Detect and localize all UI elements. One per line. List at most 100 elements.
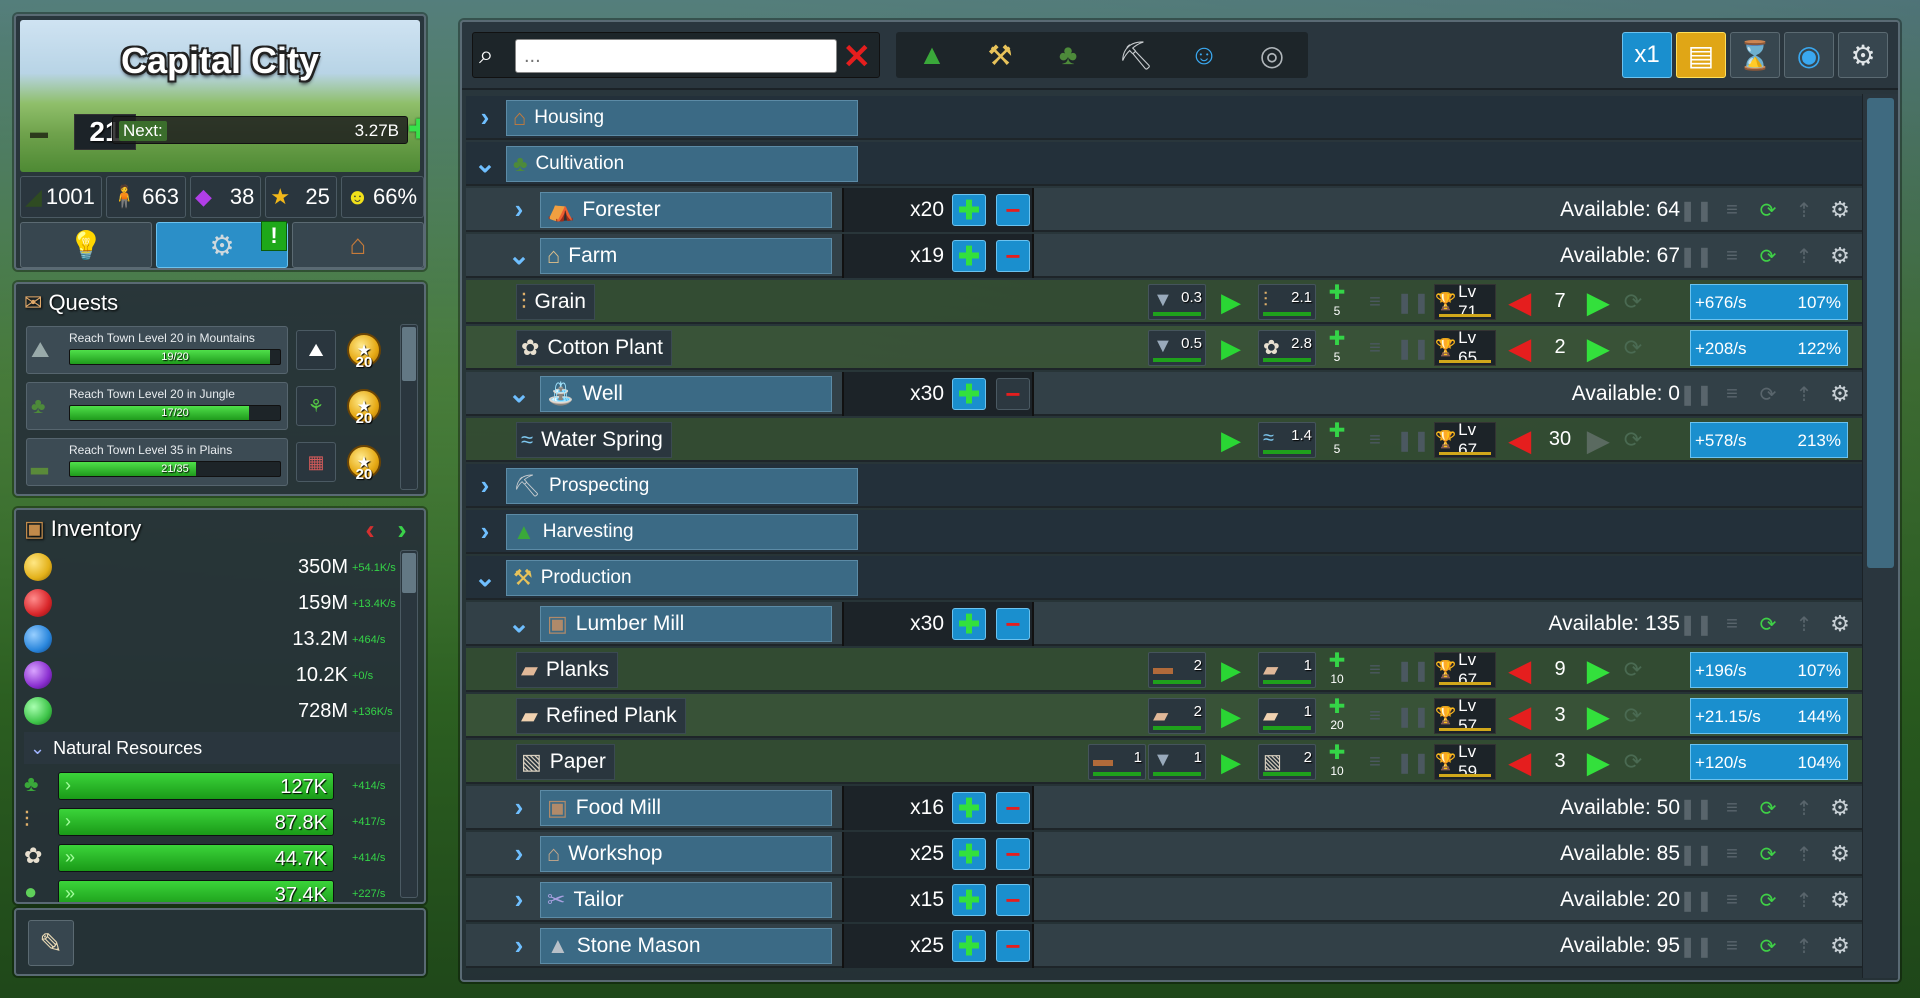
layers-icon[interactable]: ≡ bbox=[1716, 376, 1748, 412]
gears-add-icon[interactable]: ⚙ bbox=[1824, 928, 1856, 964]
filter-misc-button[interactable]: ◎ bbox=[1240, 32, 1304, 78]
increase-workers-button[interactable]: ▶ bbox=[1580, 330, 1616, 366]
category-row-prospecting[interactable]: › ⛏ Prospecting bbox=[466, 464, 1862, 508]
chevron-down-icon[interactable]: ⌄ bbox=[470, 562, 500, 592]
category-row-harvesting[interactable]: › ▲ Harvesting bbox=[466, 510, 1862, 554]
tab-production[interactable]: ⚙ ! bbox=[156, 221, 288, 268]
filter-harvesting-button[interactable]: ♣ bbox=[1036, 32, 1100, 78]
increase-workers-button[interactable]: ▶ bbox=[1580, 652, 1616, 688]
gears-add-icon[interactable]: ⚙ bbox=[1824, 790, 1856, 826]
play-icon[interactable]: ▶ bbox=[1208, 652, 1254, 688]
category-row-cultivation[interactable]: ⌄ ♣ Cultivation bbox=[466, 142, 1862, 186]
quests-scrollbar[interactable] bbox=[400, 324, 418, 490]
layers-icon[interactable]: ≡ bbox=[1716, 192, 1748, 228]
world-button[interactable]: ◉ bbox=[1784, 32, 1834, 78]
refresh-icon[interactable]: ⟳ bbox=[1752, 836, 1784, 872]
scrollbar-thumb[interactable] bbox=[402, 553, 416, 593]
quest-item[interactable]: ▂ Reach Town Level 35 in Plains 21/35 ▦ … bbox=[26, 438, 388, 486]
tab-ideas[interactable]: 💡 bbox=[20, 222, 152, 268]
upgrade-arrow-icon[interactable]: ⇡ bbox=[1788, 192, 1820, 228]
gears-add-icon[interactable]: ⚙ bbox=[1824, 606, 1856, 642]
cycle-icon[interactable]: ⟳ bbox=[1618, 744, 1648, 780]
scrollbar-thumb[interactable] bbox=[1867, 98, 1894, 568]
settings-button[interactable]: ⚙ bbox=[1838, 32, 1888, 78]
decrease-workers-button[interactable]: ◀ bbox=[1502, 652, 1538, 688]
tab-town[interactable]: ⌂ bbox=[292, 222, 424, 268]
building-row-workshop[interactable]: › ⌂ Workshop x25 ✚ − Available: 85 ❚❚ ≡ … bbox=[466, 832, 1862, 876]
refresh-icon[interactable]: ⟳ bbox=[1752, 192, 1784, 228]
speed-button[interactable]: x1 bbox=[1622, 32, 1672, 78]
gears-add-icon[interactable]: ⚙ bbox=[1824, 238, 1856, 274]
refresh-icon[interactable]: ⟳ bbox=[1752, 238, 1784, 274]
pause-icon[interactable]: ❚❚ bbox=[1396, 744, 1430, 780]
layers-icon[interactable]: ≡ bbox=[1358, 284, 1392, 320]
upgrade-arrow-icon[interactable]: ⇡ bbox=[1788, 882, 1820, 918]
remove-building-button[interactable]: − bbox=[996, 884, 1030, 916]
add-building-button[interactable]: ✚ bbox=[952, 884, 986, 916]
refresh-icon[interactable]: ⟳ bbox=[1752, 928, 1784, 964]
pause-icon[interactable]: ❚❚ bbox=[1679, 836, 1713, 872]
chevron-right-icon[interactable]: › bbox=[388, 514, 416, 545]
refresh-icon[interactable]: ⟳ bbox=[1752, 790, 1784, 826]
refresh-icon[interactable]: ⟳ bbox=[1752, 376, 1784, 412]
increase-workers-button[interactable]: ▶ bbox=[1580, 744, 1616, 780]
chevron-right-icon[interactable]: › bbox=[504, 930, 534, 960]
remove-building-button[interactable]: − bbox=[996, 930, 1030, 962]
filter-prospecting-button[interactable]: ⛏ bbox=[1104, 32, 1168, 78]
filter-cultivation-button[interactable]: ▲ bbox=[900, 32, 964, 78]
pause-icon[interactable]: ❚❚ bbox=[1679, 928, 1713, 964]
decrease-workers-button[interactable]: ◀ bbox=[1502, 698, 1538, 734]
scrollbar-thumb[interactable] bbox=[402, 327, 416, 381]
pause-icon[interactable]: ❚❚ bbox=[1396, 698, 1430, 734]
building-row-forester[interactable]: › ⛺ Forester x20 ✚ − Available: 64 ❚❚ ≡ … bbox=[466, 188, 1862, 232]
chevron-right-icon[interactable]: › bbox=[504, 838, 534, 868]
add-building-button[interactable]: ✚ bbox=[952, 930, 986, 962]
treasure-button[interactable]: ▤ bbox=[1676, 32, 1726, 78]
add-building-button[interactable]: ✚ bbox=[952, 194, 986, 226]
cycle-icon[interactable]: ⟳ bbox=[1618, 422, 1648, 458]
cycle-icon[interactable]: ⟳ bbox=[1618, 284, 1648, 320]
quest-item[interactable]: ⛰ Reach Town Level 20 in Mountains 19/20… bbox=[26, 326, 388, 374]
play-icon[interactable]: ▶ bbox=[1208, 698, 1254, 734]
inventory-scrollbar[interactable] bbox=[400, 550, 418, 898]
add-building-button[interactable]: ✚ bbox=[952, 378, 986, 410]
building-row-tailor[interactable]: › ✂ Tailor x15 ✚ − Available: 20 ❚❚ ≡ ⟳ … bbox=[466, 878, 1862, 922]
clear-search-icon[interactable]: ✕ bbox=[843, 37, 872, 77]
refresh-icon[interactable]: ⟳ bbox=[1752, 606, 1784, 642]
decrease-workers-button[interactable]: ◀ bbox=[1502, 330, 1538, 366]
remove-building-button[interactable]: − bbox=[996, 378, 1030, 410]
layers-icon[interactable]: ≡ bbox=[1358, 744, 1392, 780]
add-building-button[interactable]: ✚ bbox=[952, 838, 986, 870]
chevron-down-icon[interactable]: ⌄ bbox=[504, 378, 534, 408]
add-building-button[interactable]: ✚ bbox=[952, 240, 986, 272]
add-building-button[interactable]: ✚ bbox=[952, 608, 986, 640]
upgrade-arrow-icon[interactable]: ⇡ bbox=[1788, 790, 1820, 826]
remove-building-button[interactable]: − bbox=[996, 792, 1030, 824]
layers-icon[interactable]: ≡ bbox=[1716, 790, 1748, 826]
upgrade-arrow-icon[interactable]: ⇡ bbox=[1788, 376, 1820, 412]
gears-add-icon[interactable]: ⚙ bbox=[1824, 192, 1856, 228]
layers-icon[interactable]: ≡ bbox=[1358, 698, 1392, 734]
play-icon[interactable]: ▶ bbox=[1208, 422, 1254, 458]
layers-icon[interactable]: ≡ bbox=[1716, 928, 1748, 964]
time-button[interactable]: ⌛ bbox=[1730, 32, 1780, 78]
increase-workers-button[interactable]: ▶ bbox=[1580, 284, 1616, 320]
decrease-workers-button[interactable]: ◀ bbox=[1502, 422, 1538, 458]
category-row-production[interactable]: ⌄ ⚒ Production bbox=[466, 556, 1862, 600]
increase-workers-button[interactable]: ▶ bbox=[1580, 422, 1616, 458]
building-row-lumber-mill[interactable]: ⌄ ▣ Lumber Mill x30 ✚ − Available: 135 ❚… bbox=[466, 602, 1862, 646]
building-row-well[interactable]: ⌄ ⛲ Well x30 ✚ − Available: 0 ❚❚ ≡ ⟳ ⇡ ⚙ bbox=[466, 372, 1862, 416]
play-icon[interactable]: ▶ bbox=[1208, 744, 1254, 780]
pause-icon[interactable]: ❚❚ bbox=[1679, 376, 1713, 412]
add-building-button[interactable]: ✚ bbox=[952, 792, 986, 824]
building-row-stone-mason[interactable]: › ▲ Stone Mason x25 ✚ − Available: 95 ❚❚… bbox=[466, 924, 1862, 968]
notes-button[interactable]: ✎ bbox=[28, 920, 74, 966]
chevron-right-icon[interactable]: › bbox=[470, 102, 500, 132]
pause-icon[interactable]: ❚❚ bbox=[1396, 330, 1430, 366]
upgrade-arrow-icon[interactable]: ⇡ bbox=[1788, 928, 1820, 964]
pause-icon[interactable]: ❚❚ bbox=[1679, 882, 1713, 918]
upgrade-arrow-icon[interactable]: ⇡ bbox=[1788, 836, 1820, 872]
play-icon[interactable]: ▶ bbox=[1208, 330, 1254, 366]
gears-add-icon[interactable]: ⚙ bbox=[1824, 882, 1856, 918]
chevron-right-icon[interactable]: › bbox=[470, 470, 500, 500]
